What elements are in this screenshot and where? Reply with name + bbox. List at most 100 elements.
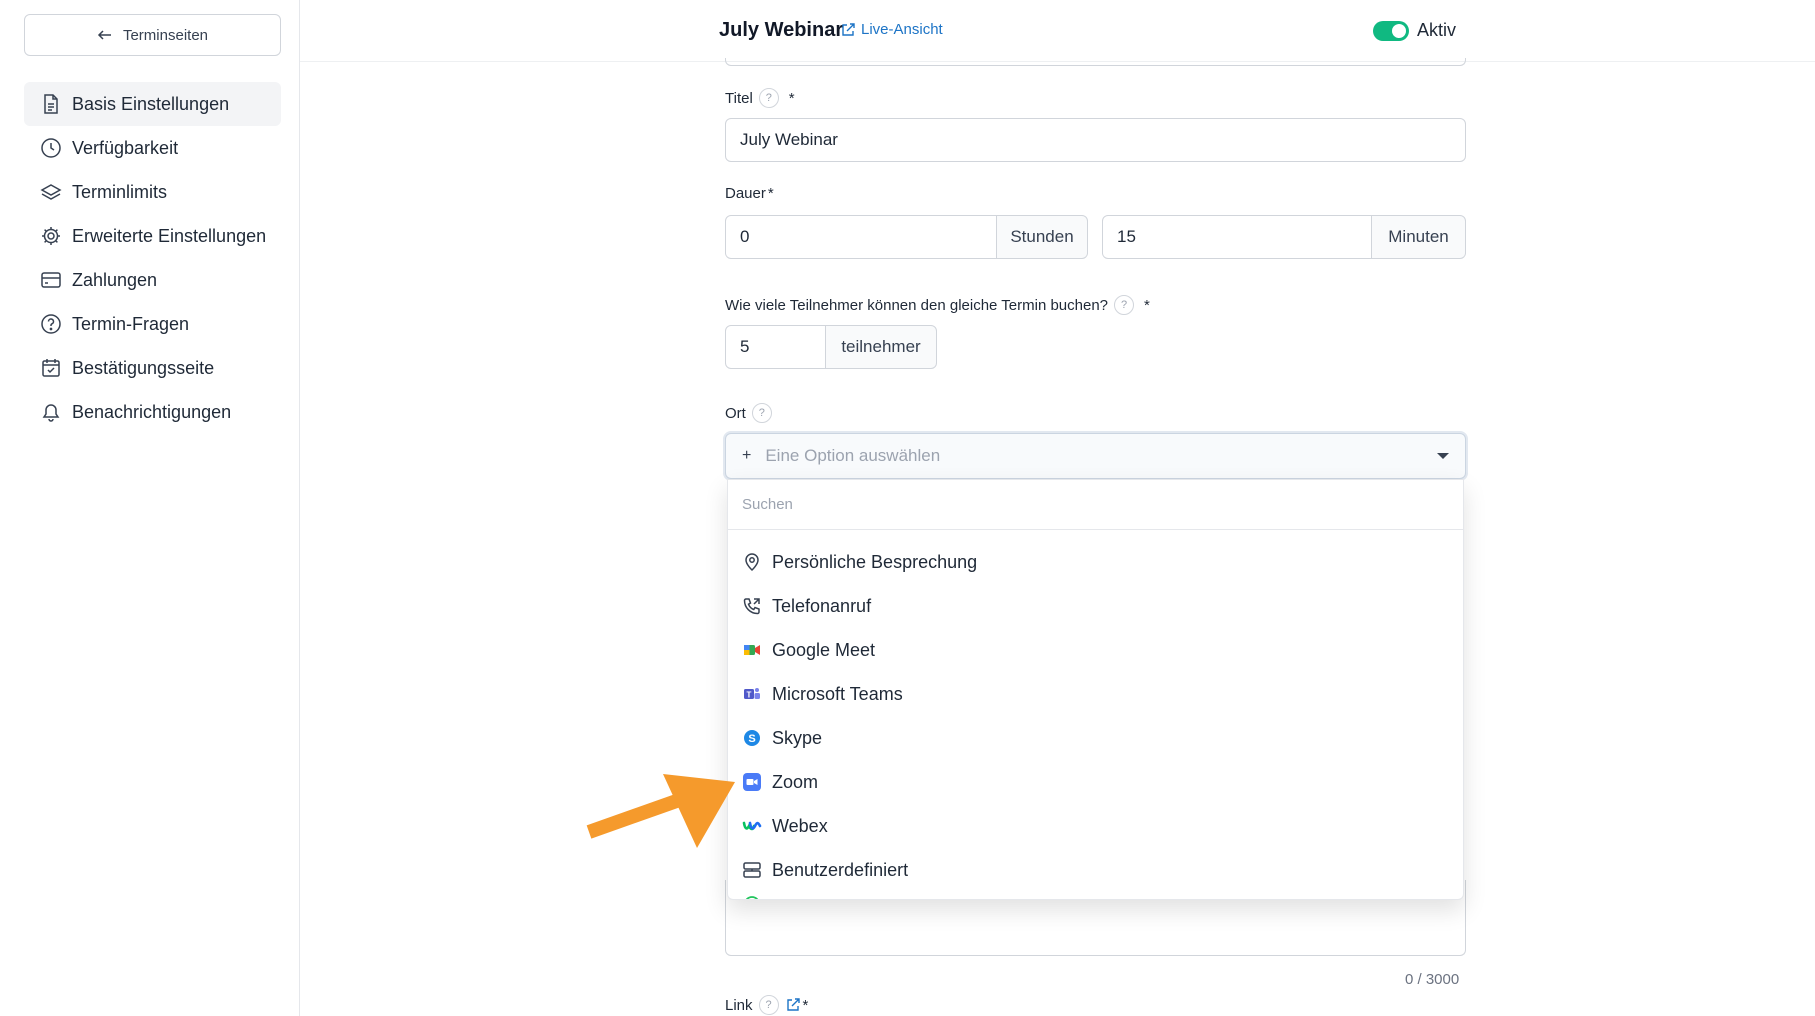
option-label: Google Meet	[772, 639, 876, 660]
option-label: Microsoft Teams	[772, 683, 903, 704]
char-counter: 0 / 3000	[1405, 971, 1460, 988]
option-label: Persönliche Besprechung	[772, 551, 978, 572]
clock-icon	[41, 138, 61, 158]
option-custom[interactable]: Benutzerdefiniert	[728, 848, 1463, 892]
microsoft-teams-icon: T	[742, 684, 762, 704]
location-select[interactable]: + Eine Option auswählen	[725, 433, 1466, 479]
option-label: Zoom	[772, 771, 819, 792]
required-mark: *	[802, 996, 809, 1014]
partial-option-icon	[742, 892, 762, 899]
gear-icon	[42, 227, 60, 245]
link-label: Link	[725, 996, 753, 1014]
active-toggle-label: Aktiv	[1417, 20, 1457, 40]
back-to-booking-pages-button[interactable]: Terminseiten	[24, 14, 281, 56]
skype-icon: S	[742, 728, 762, 748]
location-options-list: Persönliche Besprechung Telefonanruf Goo…	[728, 530, 1463, 899]
zoom-icon	[742, 772, 762, 792]
help-icon[interactable]: ?	[758, 995, 779, 1015]
arrow-left-icon	[97, 30, 111, 40]
location-dropdown: Suchen Persönliche Besprechung Telefonan…	[727, 479, 1464, 900]
previous-field-edge	[725, 58, 1466, 66]
minutes-unit: Minuten	[1371, 215, 1466, 259]
help-icon[interactable]: ?	[758, 88, 779, 108]
document-icon	[44, 94, 58, 114]
question-circle-icon	[41, 314, 61, 334]
required-mark: *	[788, 89, 795, 107]
required-mark: *	[1144, 296, 1150, 314]
live-view-link[interactable]: Live-Ansicht	[840, 21, 943, 38]
webex-icon	[742, 816, 762, 836]
nav-item-bestaetigungsseite[interactable]: Bestätigungsseite	[24, 346, 281, 390]
nav-item-verfuegbarkeit[interactable]: Verfügbarkeit	[24, 126, 281, 170]
external-link-icon	[842, 22, 855, 36]
hours-input[interactable]: 0	[725, 215, 997, 259]
option-label: Skype	[772, 727, 823, 748]
nav-item-erweiterte-einstellungen[interactable]: Erweiterte Einstellungen	[24, 214, 281, 258]
calendar-check-icon	[42, 359, 60, 377]
nav-item-basis-einstellungen[interactable]: Basis Einstellungen	[24, 82, 281, 126]
location-placeholder: Eine Option auswählen	[765, 446, 941, 465]
option-skype[interactable]: S Skype	[728, 716, 1463, 760]
nav-item-label: Erweiterte Einstellungen	[72, 225, 267, 246]
nav-item-termin-fragen[interactable]: Termin-Fragen	[24, 302, 281, 346]
required-mark: *	[767, 185, 774, 202]
page-title: July Webinar	[719, 19, 844, 41]
option-partial	[728, 892, 1463, 899]
custom-layout-icon	[742, 860, 762, 880]
minutes-input[interactable]: 15	[1102, 215, 1372, 259]
settings-nav: Basis Einstellungen Verfügbarkeit Termin…	[24, 82, 281, 434]
back-button-label: Terminseiten	[122, 26, 209, 44]
external-link-icon[interactable]	[785, 997, 801, 1013]
caret-down-icon	[1437, 453, 1449, 459]
svg-text:S: S	[748, 733, 755, 745]
google-meet-icon	[742, 640, 762, 660]
duration-label: Dauer	[725, 185, 766, 202]
layers-icon	[40, 184, 62, 200]
bell-icon	[42, 404, 60, 422]
option-label: Webex	[772, 815, 828, 836]
nav-item-label: Termin-Fragen	[72, 313, 190, 334]
svg-text:T: T	[747, 691, 752, 700]
option-phone[interactable]: Telefonanruf	[728, 584, 1463, 628]
sidebar: Terminseiten Basis Einstellungen Verfügb…	[0, 0, 300, 1016]
title-input[interactable]: July Webinar	[725, 118, 1466, 162]
link-label-row: Link ? *	[725, 995, 808, 1015]
nav-item-label: Zahlungen	[72, 269, 158, 290]
active-toggle[interactable]	[1373, 21, 1409, 41]
nav-item-label: Benachrichtigungen	[72, 401, 232, 422]
location-label: Ort	[725, 404, 746, 422]
phone-icon	[742, 596, 762, 616]
help-icon[interactable]: ?	[751, 403, 772, 423]
option-microsoft-teams[interactable]: T Microsoft Teams	[728, 672, 1463, 716]
nav-item-zahlungen[interactable]: Zahlungen	[24, 258, 281, 302]
title-label-row: Titel ? *	[725, 88, 795, 108]
hours-unit: Stunden	[996, 215, 1088, 259]
duration-label-row: Dauer *	[725, 185, 774, 202]
attendees-input[interactable]: 5	[725, 325, 826, 369]
nav-item-benachrichtigungen[interactable]: Benachrichtigungen	[24, 390, 281, 434]
option-google-meet[interactable]: Google Meet	[728, 628, 1463, 672]
nav-item-label: Bestätigungsseite	[72, 357, 215, 378]
title-label: Titel	[725, 89, 753, 107]
location-label-row: Ort ?	[725, 403, 772, 423]
nav-item-label: Terminlimits	[72, 181, 168, 202]
option-label: Telefonanruf	[772, 595, 872, 616]
annotation-arrow-icon	[586, 774, 735, 848]
plus-icon: +	[742, 447, 752, 464]
nav-item-terminlimits[interactable]: Terminlimits	[24, 170, 281, 214]
help-icon[interactable]: ?	[1114, 295, 1135, 315]
page-header: July Webinar Live-Ansicht Aktiv	[300, 0, 1815, 62]
nav-item-label: Basis Einstellungen	[72, 93, 230, 114]
attendees-label-row: Wie viele Teilnehmer können den gleiche …	[725, 295, 1150, 315]
attendees-unit: teilnehmer	[825, 325, 937, 369]
option-webex[interactable]: Webex	[728, 804, 1463, 848]
live-view-label: Live-Ansicht	[861, 21, 943, 38]
option-label: Benutzerdefiniert	[772, 859, 909, 880]
credit-card-icon	[41, 272, 61, 288]
location-search-input[interactable]: Suchen	[728, 480, 1463, 530]
option-zoom[interactable]: Zoom	[728, 760, 1463, 804]
map-pin-icon	[742, 552, 762, 572]
option-in-person[interactable]: Persönliche Besprechung	[728, 540, 1463, 584]
nav-item-label: Verfügbarkeit	[72, 137, 179, 158]
attendees-label: Wie viele Teilnehmer können den gleiche …	[725, 296, 1109, 314]
